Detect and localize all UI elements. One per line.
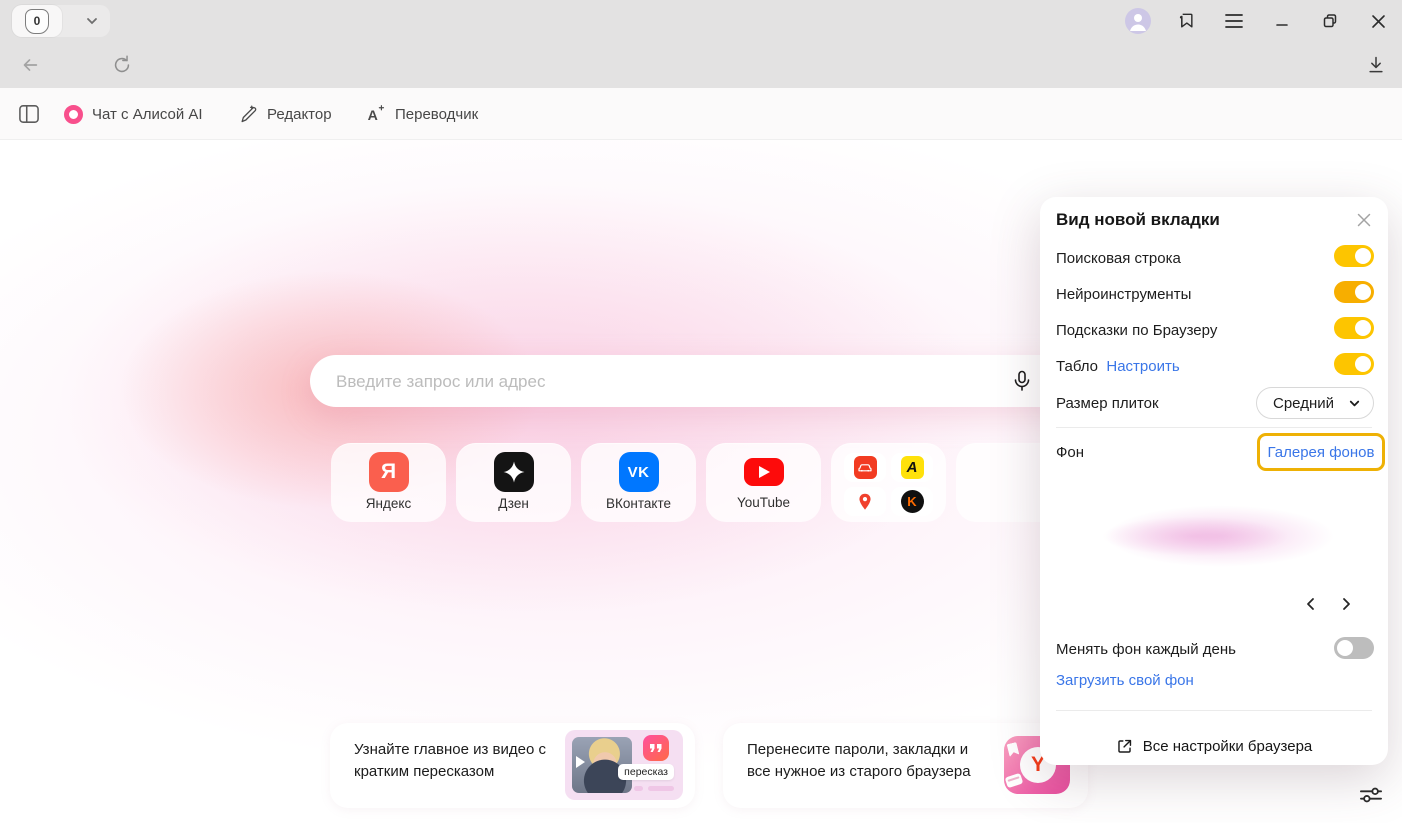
daily-background-label: Менять фон каждый день [1056, 641, 1236, 658]
bookmark-shape-icon [1007, 742, 1020, 757]
divider [1056, 710, 1372, 711]
tile-folder[interactable]: A K [831, 443, 946, 522]
toggle-tablo[interactable] [1334, 353, 1374, 375]
card-shape-icon [1005, 773, 1024, 788]
kinopoisk-icon: K [891, 487, 933, 516]
upload-background-link[interactable]: Загрузить свой фон [1056, 672, 1194, 689]
promo-card-video-summary[interactable]: Узнайте главное из видео с кратким перес… [330, 723, 695, 808]
minimize-icon [1275, 14, 1289, 28]
toggle-search-bar[interactable] [1334, 245, 1374, 267]
yandex-tile-icon: Я [369, 452, 409, 492]
browser-window: 0 [0, 0, 1402, 823]
avito-icon: A [891, 453, 933, 482]
sliders-icon [1358, 784, 1384, 806]
microphone-icon [1010, 369, 1034, 393]
bookmark-flag-icon [1176, 11, 1196, 31]
background-label: Фон [1056, 444, 1084, 461]
promo-card-import[interactable]: Перенесите пароли, закладки и все нужное… [723, 723, 1088, 808]
profile-avatar[interactable] [1114, 0, 1162, 42]
tab-counter-badge: 0 [25, 9, 49, 34]
bookmark-alice-chat[interactable]: Чат с Алисой AI [64, 88, 203, 140]
dzen-tile-icon [494, 452, 534, 492]
close-button[interactable] [1354, 0, 1402, 42]
download-icon [1366, 54, 1386, 76]
tile-youtube[interactable]: YouTube [706, 443, 821, 522]
panel-title: Вид новой вкладки [1056, 210, 1220, 230]
reload-button[interactable] [108, 51, 136, 79]
window-controls [1114, 0, 1402, 42]
tile-dzen[interactable]: Дзен [456, 443, 571, 522]
close-icon [1357, 213, 1371, 227]
toggle-label-search-bar: Поисковая строка [1056, 250, 1181, 267]
tablo-label: Табло Настроить [1056, 358, 1180, 375]
sidebar-toggle-button[interactable] [18, 88, 40, 140]
bookmark-editor[interactable]: Редактор [238, 88, 332, 140]
tile-size-label: Размер плиток [1056, 395, 1159, 412]
restore-button[interactable] [1306, 0, 1354, 42]
toggle-daily-background[interactable] [1334, 637, 1374, 659]
next-background-button[interactable] [1335, 593, 1357, 615]
tile-size-select[interactable]: Средний [1256, 387, 1374, 419]
toggle-browser-tips[interactable] [1334, 317, 1374, 339]
toggle-label-neuro-tools: Нейроинструменты [1056, 286, 1191, 303]
toggle-label-browser-tips: Подсказки по Браузеру [1056, 322, 1217, 339]
search-bar [310, 355, 1092, 407]
prev-background-button[interactable] [1300, 593, 1322, 615]
bookmark-translator[interactable]: A Переводчик [366, 88, 478, 140]
new-tab-settings-panel: Вид новой вкладки Поисковая строка Нейро… [1040, 197, 1388, 765]
titlebar: 0 [0, 0, 1402, 42]
tile-vkontakte[interactable]: VK ВКонтакте [581, 443, 696, 522]
bookmarks-bar: Чат с Алисой AI Редактор A Переводчик [0, 88, 1402, 140]
alice-icon [64, 105, 83, 124]
restore-icon [1322, 13, 1338, 29]
background-preview[interactable] [1056, 480, 1372, 588]
youtube-tile-icon [744, 458, 784, 486]
vk-tile-icon: VK [619, 452, 659, 492]
tab-group: 0 [12, 5, 110, 37]
gallery-link[interactable]: Галерея фонов [1268, 444, 1375, 461]
tableau: Я Яндекс Дзен VK ВКонтакте YouTube [331, 443, 1071, 522]
active-tab[interactable]: 0 [12, 5, 62, 37]
summary-badge: пересказ [618, 764, 674, 780]
voice-search-button[interactable] [1010, 369, 1034, 393]
chevron-right-icon [1339, 597, 1353, 611]
divider [1056, 427, 1372, 428]
panel-close-button[interactable] [1352, 208, 1376, 232]
chevron-left-icon [1304, 597, 1318, 611]
bookmarks-button[interactable] [1162, 0, 1210, 42]
svg-text:A: A [368, 108, 378, 124]
maps-pin-icon [844, 487, 886, 516]
tablo-configure-link[interactable]: Настроить [1106, 358, 1179, 375]
translate-icon: A [366, 104, 386, 124]
reload-icon [111, 54, 133, 76]
auto-ru-icon [844, 453, 886, 482]
gallery-highlight-callout: Галерея фонов [1257, 433, 1385, 471]
sidebar-icon [18, 104, 40, 124]
toggle-neuro-tools[interactable] [1334, 281, 1374, 303]
quote-bubble-icon [643, 735, 669, 761]
tab-list-chevron-icon[interactable] [84, 13, 100, 29]
minimize-button[interactable] [1258, 0, 1306, 42]
folder-tile-grid: A K [844, 453, 933, 516]
address-toolbar: Я [0, 42, 1402, 88]
search-input[interactable] [334, 355, 978, 409]
tile-yandex[interactable]: Я Яндекс [331, 443, 446, 522]
menu-button[interactable] [1210, 0, 1258, 42]
back-button[interactable] [16, 51, 44, 79]
chevron-down-icon [1348, 397, 1361, 410]
downloads-button[interactable] [1362, 51, 1390, 79]
pencil-icon [238, 104, 258, 124]
avatar-icon [1125, 8, 1151, 34]
close-icon [1371, 14, 1386, 29]
page-settings-button[interactable] [1350, 774, 1392, 816]
external-link-icon [1116, 738, 1133, 755]
hamburger-icon [1225, 14, 1243, 28]
video-summary-thumbnail: пересказ [565, 730, 683, 800]
play-icon [576, 756, 585, 768]
back-arrow-icon [19, 54, 41, 76]
all-settings-link[interactable]: Все настройки браузера [1040, 728, 1388, 765]
